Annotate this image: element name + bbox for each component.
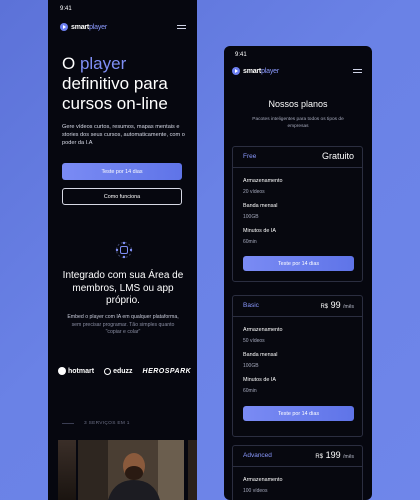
partner-hotmart-label: hotmart — [68, 367, 95, 375]
how-it-works-button[interactable]: Como funciona — [62, 188, 182, 205]
feature-label: Banda mensal — [243, 352, 278, 358]
feature-value: 100 vídeos — [243, 488, 268, 494]
hero-title-accent: player — [79, 54, 127, 73]
status-time: 9:41 — [60, 6, 72, 12]
video-thumbnail-next[interactable] — [188, 440, 197, 500]
feature-label: Armazenamento — [243, 178, 283, 184]
plan-price: R$ 99 /mês — [320, 300, 354, 310]
plans-title: Nossos planos — [268, 99, 328, 109]
feature-value: 100GB — [243, 214, 259, 220]
plan-currency: R$ — [320, 304, 329, 310]
plan-trial-button[interactable]: Teste por 14 dias — [243, 406, 354, 421]
feature-value: 60min — [243, 388, 257, 394]
services-divider — [62, 423, 74, 424]
feature-label: Minutos de IA — [243, 228, 276, 234]
hamburger-menu-icon[interactable] — [353, 69, 362, 75]
feature-label: Banda mensal — [243, 203, 278, 209]
plans-subtitle: Pacotes inteligentes para todos os tipos… — [252, 117, 344, 129]
play-logo-icon — [60, 23, 68, 31]
video-thumbnail[interactable] — [78, 440, 184, 500]
hero-title-post: definitivo para cursos on-line — [62, 74, 168, 113]
plan-price: R$ 199 /mês — [315, 450, 354, 460]
feature-label: Armazenamento — [243, 477, 283, 483]
plan-name: Free — [243, 153, 257, 160]
plan-card-advanced: Advanced R$ 199 /mês Armazenamento 100 v… — [232, 445, 363, 500]
hero-description: Gere vídeos curtos, resumos, mapas menta… — [62, 124, 185, 146]
logo-text-accent: player — [261, 67, 279, 75]
integration-title: Integrado com sua Área de membros, LMS o… — [62, 270, 184, 306]
plan-card-free: Free Gratuito Armazenamento 20 vídeos Ba… — [232, 146, 363, 282]
play-logo-icon — [232, 67, 240, 75]
integration-desc-main: Embed o player com IA em qualquer plataf… — [67, 314, 179, 320]
presenter-image — [78, 440, 184, 500]
connect-icon — [115, 241, 133, 259]
logo-text-bold: smart — [71, 23, 90, 31]
partner-logos: hotmart eduzz HEROSPARK — [58, 364, 197, 378]
plan-card-basic: Basic R$ 99 /mês Armazenamento 50 vídeos… — [232, 295, 363, 437]
hotmart-logo-icon — [58, 367, 66, 375]
partner-eduzz-label: eduzz — [113, 367, 133, 375]
feature-value: 50 vídeos — [243, 338, 265, 344]
video-thumbnail-prev[interactable] — [58, 440, 76, 500]
feature-value: 20 vídeos — [243, 189, 265, 195]
services-label: 3 SERVIÇOS EM 1 — [84, 421, 130, 426]
partner-hotmart: hotmart — [58, 367, 94, 375]
feature-value: 60min — [243, 239, 257, 245]
integration-description: Embed o player com IA em qualquer plataf… — [66, 314, 180, 337]
trial-button[interactable]: Teste por 14 dias — [62, 163, 182, 180]
logo[interactable]: smartplayer — [232, 67, 279, 75]
plan-trial-button[interactable]: Teste por 14 dias — [243, 256, 354, 271]
landing-phone-screen: 9:41 smartplayer O player definitivo par… — [48, 0, 197, 500]
plan-price: Gratuito — [321, 151, 354, 161]
feature-value: 100GB — [243, 363, 259, 369]
pricing-phone-screen: 9:41 smartplayer Nossos planos Pacotes i… — [224, 46, 372, 500]
plan-amount: 199 — [325, 450, 341, 460]
hero-title-pre: O — [62, 54, 80, 73]
plan-amount: 99 — [330, 300, 341, 310]
status-time: 9:41 — [235, 52, 247, 58]
plan-name: Basic — [243, 302, 259, 309]
plan-name: Advanced — [243, 452, 272, 459]
hamburger-menu-icon[interactable] — [177, 25, 186, 31]
plan-period: /mês — [343, 304, 354, 310]
hero-title: O player definitivo para cursos on-line — [62, 54, 192, 114]
integration-desc-muted: sem precisar programar. Tão simples quan… — [71, 321, 175, 336]
partner-eduzz: eduzz — [104, 367, 133, 375]
plan-period: /mês — [343, 454, 354, 460]
partner-herospark: HEROSPARK — [143, 368, 192, 375]
logo-text-bold: smart — [243, 67, 262, 75]
feature-label: Armazenamento — [243, 327, 283, 333]
eduzz-logo-icon — [104, 367, 112, 375]
logo-text-accent: player — [89, 23, 107, 31]
plan-currency: R$ — [315, 454, 324, 460]
feature-label: Minutos de IA — [243, 377, 276, 383]
partner-herospark-label: HEROSPARK — [142, 367, 192, 375]
logo[interactable]: smartplayer — [60, 23, 107, 31]
